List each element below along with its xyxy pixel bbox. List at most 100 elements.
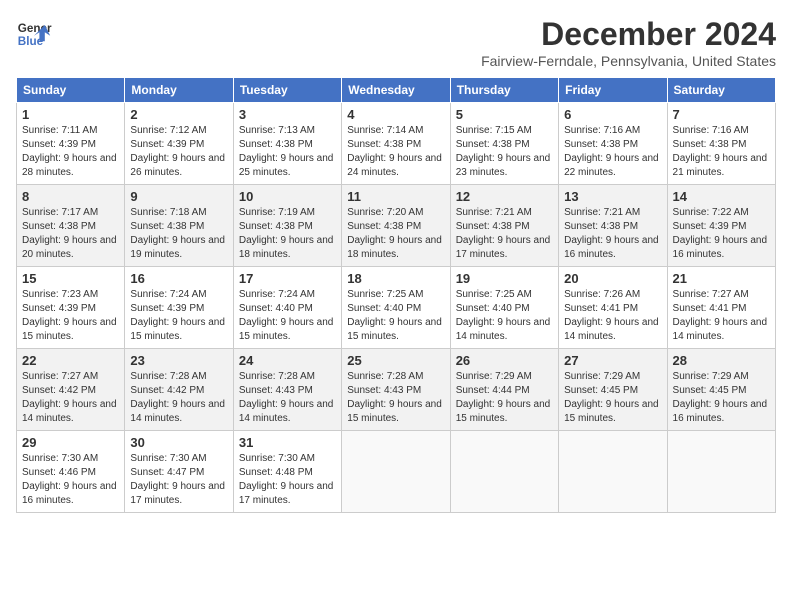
calendar-cell: 19 Sunrise: 7:25 AMSunset: 4:40 PMDayligh… — [450, 267, 558, 349]
day-of-week-header: Wednesday — [342, 78, 450, 103]
day-number: 16 — [130, 271, 227, 286]
calendar-cell: 31 Sunrise: 7:30 AMSunset: 4:48 PMDayligh… — [233, 431, 341, 513]
calendar-cell: 9 Sunrise: 7:18 AMSunset: 4:38 PMDaylight… — [125, 185, 233, 267]
day-number: 30 — [130, 435, 227, 450]
day-number: 13 — [564, 189, 661, 204]
calendar-body: 1Sunrise: 7:11 AMSunset: 4:39 PMDaylight… — [17, 103, 776, 513]
day-number: 17 — [239, 271, 336, 286]
calendar-cell: 23 Sunrise: 7:28 AMSunset: 4:42 PMDayligh… — [125, 349, 233, 431]
day-info: Sunrise: 7:15 AMSunset: 4:38 PMDaylight:… — [456, 124, 553, 180]
calendar-cell: 28 Sunrise: 7:29 AMSunset: 4:45 PMDayligh… — [667, 349, 775, 431]
calendar-cell: 13 Sunrise: 7:21 AMSunset: 4:38 PMDayligh… — [559, 185, 667, 267]
day-number: 18 — [347, 271, 444, 286]
day-number: 31 — [239, 435, 336, 450]
location: Fairview-Ferndale, Pennsylvania, United … — [481, 53, 776, 69]
calendar-cell: 12 Sunrise: 7:21 AMSunset: 4:38 PMDayligh… — [450, 185, 558, 267]
day-info: Sunrise: 7:24 AMSunset: 4:40 PMDaylight:… — [239, 288, 336, 344]
calendar-cell: 14 Sunrise: 7:22 AMSunset: 4:39 PMDayligh… — [667, 185, 775, 267]
day-info: Sunrise: 7:14 AMSunset: 4:38 PMDaylight:… — [347, 124, 444, 180]
day-info: Sunrise: 7:23 AMSunset: 4:39 PMDaylight:… — [22, 288, 119, 344]
day-info: Sunrise: 7:12 AMSunset: 4:39 PMDaylight:… — [130, 124, 227, 180]
calendar-cell — [450, 431, 558, 513]
day-number: 8 — [22, 189, 119, 204]
day-of-week-header: Saturday — [667, 78, 775, 103]
day-of-week-header: Sunday — [17, 78, 125, 103]
calendar-cell: 2Sunrise: 7:12 AMSunset: 4:39 PMDaylight… — [125, 103, 233, 185]
calendar-week-row: 8 Sunrise: 7:17 AMSunset: 4:38 PMDaylight… — [17, 185, 776, 267]
calendar-cell: 30Sunrise: 7:30 AMSunset: 4:47 PMDayligh… — [125, 431, 233, 513]
day-of-week-header: Tuesday — [233, 78, 341, 103]
calendar-cell: 20Sunrise: 7:26 AMSunset: 4:41 PMDayligh… — [559, 267, 667, 349]
day-number: 28 — [673, 353, 770, 368]
day-info: Sunrise: 7:25 AMSunset: 4:40 PMDaylight:… — [456, 288, 553, 344]
calendar-cell: 21 Sunrise: 7:27 AMSunset: 4:41 PMDayligh… — [667, 267, 775, 349]
day-number: 6 — [564, 107, 661, 122]
day-of-week-header: Friday — [559, 78, 667, 103]
calendar-cell: 25Sunrise: 7:28 AMSunset: 4:43 PMDayligh… — [342, 349, 450, 431]
day-number: 27 — [564, 353, 661, 368]
day-number: 22 — [22, 353, 119, 368]
calendar-cell: 3 Sunrise: 7:13 AMSunset: 4:38 PMDaylight… — [233, 103, 341, 185]
calendar-week-row: 1Sunrise: 7:11 AMSunset: 4:39 PMDaylight… — [17, 103, 776, 185]
day-info: Sunrise: 7:16 AMSunset: 4:38 PMDaylight:… — [673, 124, 770, 180]
day-info: Sunrise: 7:30 AMSunset: 4:46 PMDaylight:… — [22, 452, 119, 508]
calendar-cell: 4 Sunrise: 7:14 AMSunset: 4:38 PMDaylight… — [342, 103, 450, 185]
calendar-cell: 27 Sunrise: 7:29 AMSunset: 4:45 PMDayligh… — [559, 349, 667, 431]
calendar-cell: 24Sunrise: 7:28 AMSunset: 4:43 PMDayligh… — [233, 349, 341, 431]
calendar-cell — [559, 431, 667, 513]
day-number: 21 — [673, 271, 770, 286]
calendar-cell — [667, 431, 775, 513]
calendar-cell: 10 Sunrise: 7:19 AMSunset: 4:38 PMDayligh… — [233, 185, 341, 267]
day-info: Sunrise: 7:29 AMSunset: 4:45 PMDaylight:… — [564, 370, 661, 426]
day-number: 19 — [456, 271, 553, 286]
day-info: Sunrise: 7:19 AMSunset: 4:38 PMDaylight:… — [239, 206, 336, 262]
page-header: General Blue December 2024 Fairview-Fern… — [16, 16, 776, 69]
calendar-cell: 15 Sunrise: 7:23 AMSunset: 4:39 PMDayligh… — [17, 267, 125, 349]
day-number: 29 — [22, 435, 119, 450]
day-number: 23 — [130, 353, 227, 368]
calendar-cell: 18Sunrise: 7:25 AMSunset: 4:40 PMDayligh… — [342, 267, 450, 349]
title-section: December 2024 Fairview-Ferndale, Pennsyl… — [481, 16, 776, 69]
day-info: Sunrise: 7:28 AMSunset: 4:42 PMDaylight:… — [130, 370, 227, 426]
calendar-header: SundayMondayTuesdayWednesdayThursdayFrid… — [17, 78, 776, 103]
day-info: Sunrise: 7:13 AMSunset: 4:38 PMDaylight:… — [239, 124, 336, 180]
day-info: Sunrise: 7:21 AMSunset: 4:38 PMDaylight:… — [456, 206, 553, 262]
day-info: Sunrise: 7:22 AMSunset: 4:39 PMDaylight:… — [673, 206, 770, 262]
calendar-cell: 29 Sunrise: 7:30 AMSunset: 4:46 PMDayligh… — [17, 431, 125, 513]
day-number: 4 — [347, 107, 444, 122]
day-info: Sunrise: 7:16 AMSunset: 4:38 PMDaylight:… — [564, 124, 661, 180]
calendar-cell: 7 Sunrise: 7:16 AMSunset: 4:38 PMDaylight… — [667, 103, 775, 185]
calendar-week-row: 22Sunrise: 7:27 AMSunset: 4:42 PMDayligh… — [17, 349, 776, 431]
day-number: 20 — [564, 271, 661, 286]
day-number: 9 — [130, 189, 227, 204]
day-info: Sunrise: 7:18 AMSunset: 4:38 PMDaylight:… — [130, 206, 227, 262]
day-number: 14 — [673, 189, 770, 204]
day-info: Sunrise: 7:24 AMSunset: 4:39 PMDaylight:… — [130, 288, 227, 344]
day-number: 5 — [456, 107, 553, 122]
calendar-cell: 16 Sunrise: 7:24 AMSunset: 4:39 PMDayligh… — [125, 267, 233, 349]
day-info: Sunrise: 7:17 AMSunset: 4:38 PMDaylight:… — [22, 206, 119, 262]
day-info: Sunrise: 7:11 AMSunset: 4:39 PMDaylight:… — [22, 124, 119, 180]
day-number: 7 — [673, 107, 770, 122]
day-info: Sunrise: 7:21 AMSunset: 4:38 PMDaylight:… — [564, 206, 661, 262]
logo-icon: General Blue — [16, 16, 52, 52]
day-number: 10 — [239, 189, 336, 204]
calendar-week-row: 29 Sunrise: 7:30 AMSunset: 4:46 PMDayligh… — [17, 431, 776, 513]
calendar-cell: 11Sunrise: 7:20 AMSunset: 4:38 PMDayligh… — [342, 185, 450, 267]
day-number: 15 — [22, 271, 119, 286]
day-info: Sunrise: 7:28 AMSunset: 4:43 PMDaylight:… — [347, 370, 444, 426]
calendar-cell — [342, 431, 450, 513]
calendar-cell: 17 Sunrise: 7:24 AMSunset: 4:40 PMDayligh… — [233, 267, 341, 349]
day-info: Sunrise: 7:30 AMSunset: 4:48 PMDaylight:… — [239, 452, 336, 508]
day-number: 3 — [239, 107, 336, 122]
day-number: 12 — [456, 189, 553, 204]
calendar-table: SundayMondayTuesdayWednesdayThursdayFrid… — [16, 77, 776, 513]
calendar-cell: 26Sunrise: 7:29 AMSunset: 4:44 PMDayligh… — [450, 349, 558, 431]
day-info: Sunrise: 7:29 AMSunset: 4:45 PMDaylight:… — [673, 370, 770, 426]
day-of-week-header: Monday — [125, 78, 233, 103]
calendar-week-row: 15 Sunrise: 7:23 AMSunset: 4:39 PMDayligh… — [17, 267, 776, 349]
day-info: Sunrise: 7:28 AMSunset: 4:43 PMDaylight:… — [239, 370, 336, 426]
month-title: December 2024 — [481, 16, 776, 53]
day-info: Sunrise: 7:27 AMSunset: 4:41 PMDaylight:… — [673, 288, 770, 344]
day-number: 11 — [347, 189, 444, 204]
